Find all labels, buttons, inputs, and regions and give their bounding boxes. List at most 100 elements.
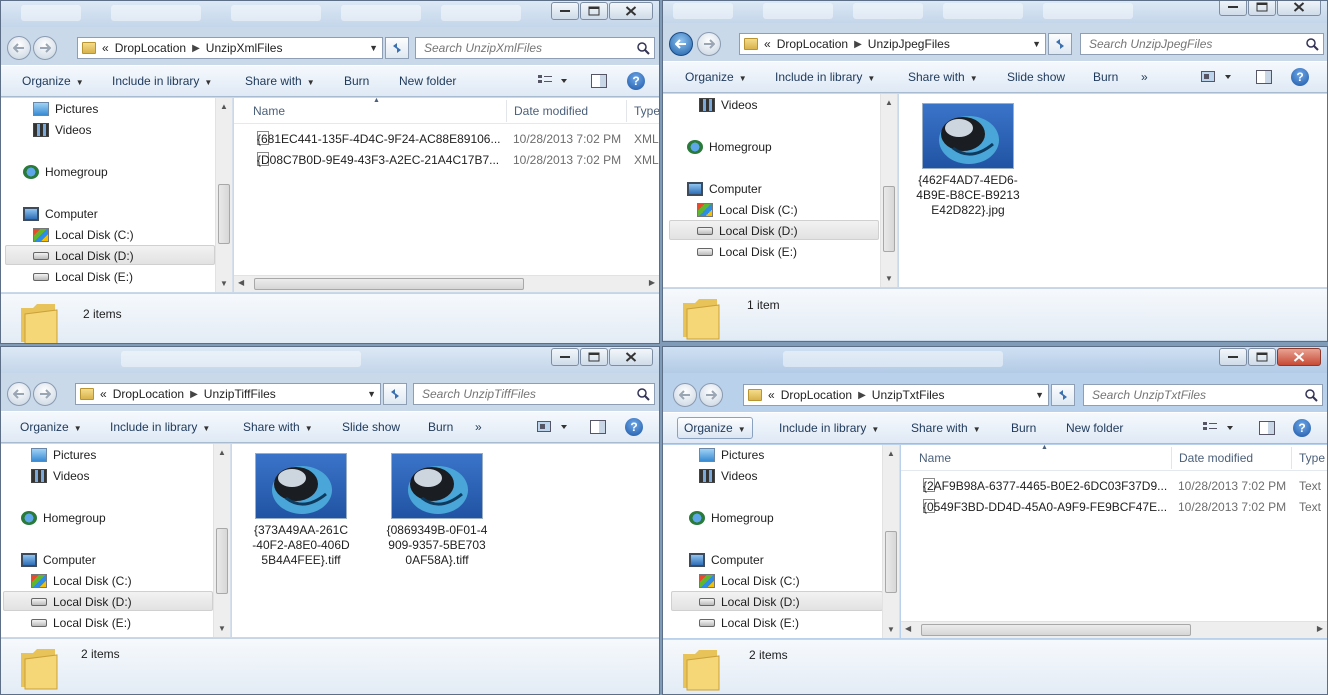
minimize-button[interactable]: [551, 348, 579, 366]
nav-item-homegroup[interactable]: Homegroup: [689, 508, 774, 528]
close-button[interactable]: [609, 348, 653, 366]
scroll-down-arrow[interactable]: ▼: [220, 279, 228, 288]
table-row[interactable]: {681EC441-135F-4D4C-9F24-AC88E89106... 1…: [234, 129, 659, 149]
column-header-date-modified[interactable]: Date modified: [1179, 451, 1253, 465]
slide-show-button[interactable]: Slide show: [1007, 70, 1065, 84]
nav-item-disk-c[interactable]: Local Disk (C:): [33, 225, 134, 245]
organize-button[interactable]: Organize ▼: [20, 420, 82, 434]
refresh-button[interactable]: [1051, 384, 1075, 406]
column-header-date-modified[interactable]: Date modified: [514, 104, 588, 118]
nav-item-computer[interactable]: Computer: [21, 550, 96, 570]
new-folder-button[interactable]: New folder: [399, 74, 456, 88]
view-options-icon[interactable]: [538, 74, 568, 88]
nav-item-pictures[interactable]: Pictures: [31, 445, 96, 465]
forward-button[interactable]: [699, 383, 723, 407]
title-bar[interactable]: [663, 1, 1327, 23]
nav-item-videos[interactable]: Videos: [31, 466, 89, 486]
share-with-button[interactable]: Share with ▼: [245, 74, 315, 88]
nav-item-computer[interactable]: Computer: [687, 179, 762, 199]
back-button[interactable]: [669, 32, 693, 56]
more-commands-button[interactable]: »: [475, 420, 482, 434]
breadcrumb-folder[interactable]: UnzipXmlFiles: [206, 41, 283, 55]
close-button[interactable]: [1277, 348, 1321, 366]
scrollbar-thumb[interactable]: [885, 531, 897, 593]
search-icon[interactable]: [637, 42, 650, 55]
nav-item-pictures[interactable]: Pictures: [33, 99, 98, 119]
search-input[interactable]: [1084, 385, 1322, 405]
breadcrumb-overflow[interactable]: «: [764, 37, 771, 51]
nav-item-disk-d[interactable]: Local Disk (D:): [671, 591, 883, 611]
title-bar[interactable]: [1, 347, 659, 373]
table-row[interactable]: {0549F3BD-DD4D-45A0-A9F9-FE9BCF47E... 10…: [901, 497, 1327, 517]
forward-button[interactable]: [33, 36, 57, 60]
organize-button[interactable]: Organize ▼: [685, 70, 747, 84]
slide-show-button[interactable]: Slide show: [342, 420, 400, 434]
search-box[interactable]: [413, 383, 655, 405]
scroll-right-arrow[interactable]: ▶: [1317, 624, 1323, 633]
maximize-button[interactable]: [580, 348, 608, 366]
maximize-button[interactable]: [580, 2, 608, 20]
refresh-button[interactable]: [383, 383, 407, 405]
minimize-button[interactable]: [1219, 1, 1247, 16]
address-bar[interactable]: « DropLocation ▶ UnzipTxtFiles ▼: [743, 384, 1049, 406]
nav-item-disk-d[interactable]: Local Disk (D:): [3, 591, 213, 611]
scroll-down-arrow[interactable]: ▼: [218, 624, 226, 633]
scroll-right-arrow[interactable]: ▶: [649, 278, 655, 287]
breadcrumb-droplocation[interactable]: DropLocation: [113, 387, 184, 401]
address-bar[interactable]: « DropLocation ▶ UnzipTiffFiles ▼: [75, 383, 381, 405]
nav-item-computer[interactable]: Computer: [689, 550, 764, 570]
preview-pane-icon[interactable]: [1256, 70, 1272, 84]
help-icon[interactable]: ?: [625, 418, 643, 436]
nav-item-disk-c[interactable]: Local Disk (C:): [699, 571, 800, 591]
search-input[interactable]: [1081, 34, 1323, 54]
refresh-button[interactable]: [1048, 33, 1072, 55]
column-header-name[interactable]: Name: [919, 451, 951, 465]
nav-item-videos[interactable]: Videos: [699, 95, 757, 115]
scroll-left-arrow[interactable]: ◀: [905, 624, 911, 633]
vertical-scrollbar[interactable]: ▲ ▼: [213, 444, 230, 637]
chevron-down-icon[interactable]: ▼: [367, 389, 376, 399]
vertical-scrollbar[interactable]: ▲ ▼: [882, 445, 899, 638]
breadcrumb-overflow[interactable]: «: [102, 41, 109, 55]
minimize-button[interactable]: [1219, 348, 1247, 366]
address-bar[interactable]: « DropLocation ▶ UnzipJpegFiles ▼: [739, 33, 1046, 55]
chevron-right-icon[interactable]: ▶: [858, 390, 866, 401]
maximize-button[interactable]: [1248, 1, 1276, 16]
search-icon[interactable]: [637, 388, 650, 401]
nav-item-disk-e[interactable]: Local Disk (E:): [697, 242, 797, 262]
column-header-name[interactable]: Name: [253, 104, 285, 118]
breadcrumb-folder[interactable]: UnzipJpegFiles: [868, 37, 950, 51]
scroll-left-arrow[interactable]: ◀: [238, 278, 244, 287]
nav-item-disk-e[interactable]: Local Disk (E:): [33, 267, 133, 287]
share-with-button[interactable]: Share with ▼: [908, 70, 978, 84]
forward-button[interactable]: [33, 382, 57, 406]
breadcrumb-droplocation[interactable]: DropLocation: [115, 41, 186, 55]
search-icon[interactable]: [1306, 38, 1319, 51]
burn-button[interactable]: Burn: [1093, 70, 1118, 84]
title-bar[interactable]: [663, 347, 1327, 373]
burn-button[interactable]: Burn: [428, 420, 453, 434]
scroll-up-arrow[interactable]: ▲: [220, 102, 228, 111]
organize-button[interactable]: Organize ▼: [22, 74, 84, 88]
include-in-library-button[interactable]: Include in library ▼: [110, 420, 210, 434]
scrollbar-thumb[interactable]: [883, 186, 895, 252]
chevron-down-icon[interactable]: ▼: [1032, 39, 1041, 49]
forward-button[interactable]: [697, 32, 721, 56]
horizontal-scrollbar[interactable]: ◀ ▶: [901, 621, 1327, 638]
nav-item-videos[interactable]: Videos: [33, 120, 91, 140]
preview-pane-icon[interactable]: [590, 420, 606, 434]
nav-item-videos[interactable]: Videos: [699, 466, 757, 486]
refresh-button[interactable]: [385, 37, 409, 59]
breadcrumb-droplocation[interactable]: DropLocation: [781, 388, 852, 402]
view-options-icon[interactable]: [1203, 421, 1235, 435]
scroll-up-arrow[interactable]: ▲: [887, 449, 895, 458]
vertical-scrollbar[interactable]: ▲ ▼: [880, 94, 897, 287]
nav-item-homegroup[interactable]: Homegroup: [23, 162, 108, 182]
breadcrumb-overflow[interactable]: «: [100, 387, 107, 401]
nav-item-homegroup[interactable]: Homegroup: [687, 137, 772, 157]
scrollbar-thumb[interactable]: [921, 624, 1191, 636]
nav-item-disk-d[interactable]: Local Disk (D:): [669, 220, 879, 240]
organize-button[interactable]: Organize ▼: [677, 417, 753, 439]
new-folder-button[interactable]: New folder: [1066, 421, 1123, 435]
help-icon[interactable]: ?: [627, 72, 645, 90]
